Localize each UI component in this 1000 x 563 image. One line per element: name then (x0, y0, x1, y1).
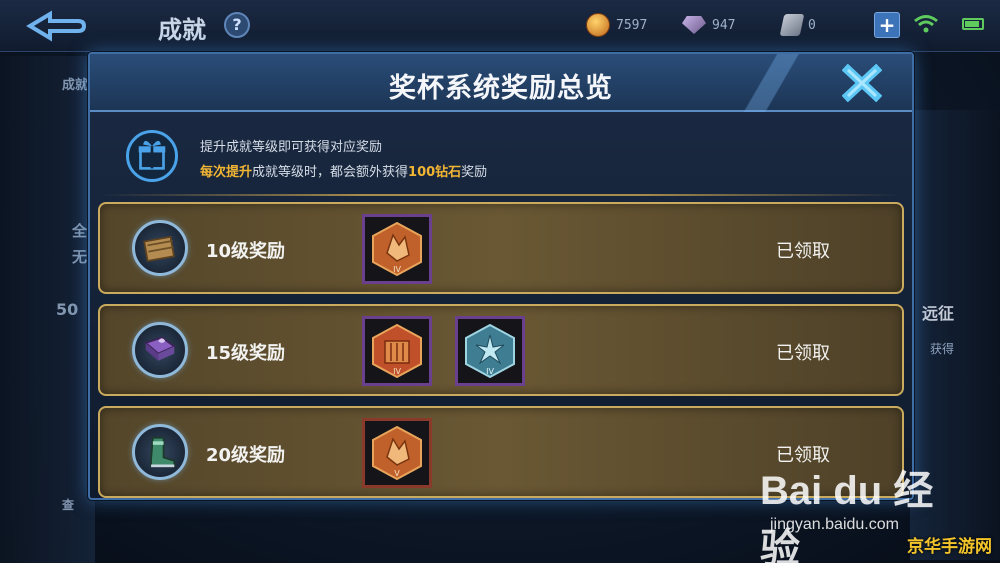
back-arrow-icon[interactable] (20, 8, 90, 44)
inscription-fragment-item[interactable]: V (362, 418, 432, 488)
recharge-plus-button[interactable]: + (874, 12, 900, 38)
info-text: 成就等级时，都会额外获得 (252, 165, 409, 180)
boot-icon (132, 424, 188, 480)
purple-book-icon (132, 322, 188, 378)
info-text: 奖励 (461, 165, 488, 180)
diamond-counter: 947 (682, 12, 735, 38)
close-icon[interactable] (842, 64, 882, 102)
dialog-title: 奖杯系统奖励总览 (389, 73, 613, 104)
diamond-icon (682, 16, 706, 34)
corner-watermark: 京华手游网 (907, 537, 992, 557)
bg-partial-text: 成就 (62, 78, 89, 93)
reward-row-10: 10级奖励 IV 已领取 (98, 202, 904, 294)
dialog-header: 奖杯系统奖励总览 (90, 54, 912, 112)
ticket-icon (779, 14, 805, 36)
highlight-text: 100钻石 (408, 165, 462, 180)
highlight-text: 每次提升 (200, 165, 253, 180)
reward-level-label: 15级奖励 (206, 343, 286, 364)
reward-row-15: 15级奖励 IV IV 已领取 (98, 304, 904, 396)
inscription-blue-icon: IV (465, 323, 515, 379)
inscription-orange-icon: IV (372, 323, 422, 379)
wifi-icon (914, 15, 938, 33)
item-grade-mark: IV (393, 367, 401, 376)
info-text-line2: 每次提升成就等级时，都会额外获得100钻石奖励 (200, 161, 487, 180)
bg-partial-text: 无 (72, 248, 88, 266)
reward-status: 已领取 (776, 241, 830, 262)
inscription-item[interactable]: IV (362, 316, 432, 386)
gold-coin-icon (586, 13, 610, 37)
wooden-box-icon (132, 220, 188, 276)
reward-overview-dialog: 奖杯系统奖励总览 提升成就等级即可获得对应奖励 每次提升成就等级时，都会额外获得… (88, 52, 914, 500)
bg-partial-text: 全 (72, 222, 88, 240)
help-icon[interactable]: ? (224, 12, 250, 38)
gift-icon (126, 130, 178, 182)
item-grade-mark: IV (393, 265, 401, 274)
background-left-panel: 成就 全 无 50 查 (0, 56, 95, 563)
page-title: 成就 (158, 16, 206, 44)
reward-info: 提升成就等级即可获得对应奖励 每次提升成就等级时，都会额外获得100钻石奖励 (126, 130, 886, 186)
reward-level-label: 20级奖励 (206, 445, 286, 466)
bg-partial-text: 获得 (930, 342, 955, 356)
item-grade-mark: IV (486, 367, 494, 376)
item-grade-mark: V (394, 469, 400, 478)
top-bar: 成就 ? 7597 947 0 + (0, 0, 1000, 52)
divider (100, 194, 902, 196)
ticket-counter: 0 (779, 12, 816, 38)
bg-partial-text: 远征 (922, 304, 955, 323)
gold-counter: 7597 (586, 12, 647, 38)
inscription-fragment-item[interactable]: IV (362, 214, 432, 284)
reward-status: 已领取 (776, 343, 830, 364)
reward-level-label: 10级奖励 (206, 241, 286, 262)
bg-partial-text: 查 (62, 498, 75, 512)
info-text-line1: 提升成就等级即可获得对应奖励 (200, 140, 383, 155)
inscription-fragment-icon: IV (372, 221, 422, 277)
battery-icon (962, 18, 984, 30)
watermark-url: jingyan.baidu.com (770, 516, 899, 533)
inscription-fragment-icon: V (372, 425, 422, 481)
inscription-item[interactable]: IV (455, 316, 525, 386)
bg-partial-text: 50 (56, 300, 79, 319)
